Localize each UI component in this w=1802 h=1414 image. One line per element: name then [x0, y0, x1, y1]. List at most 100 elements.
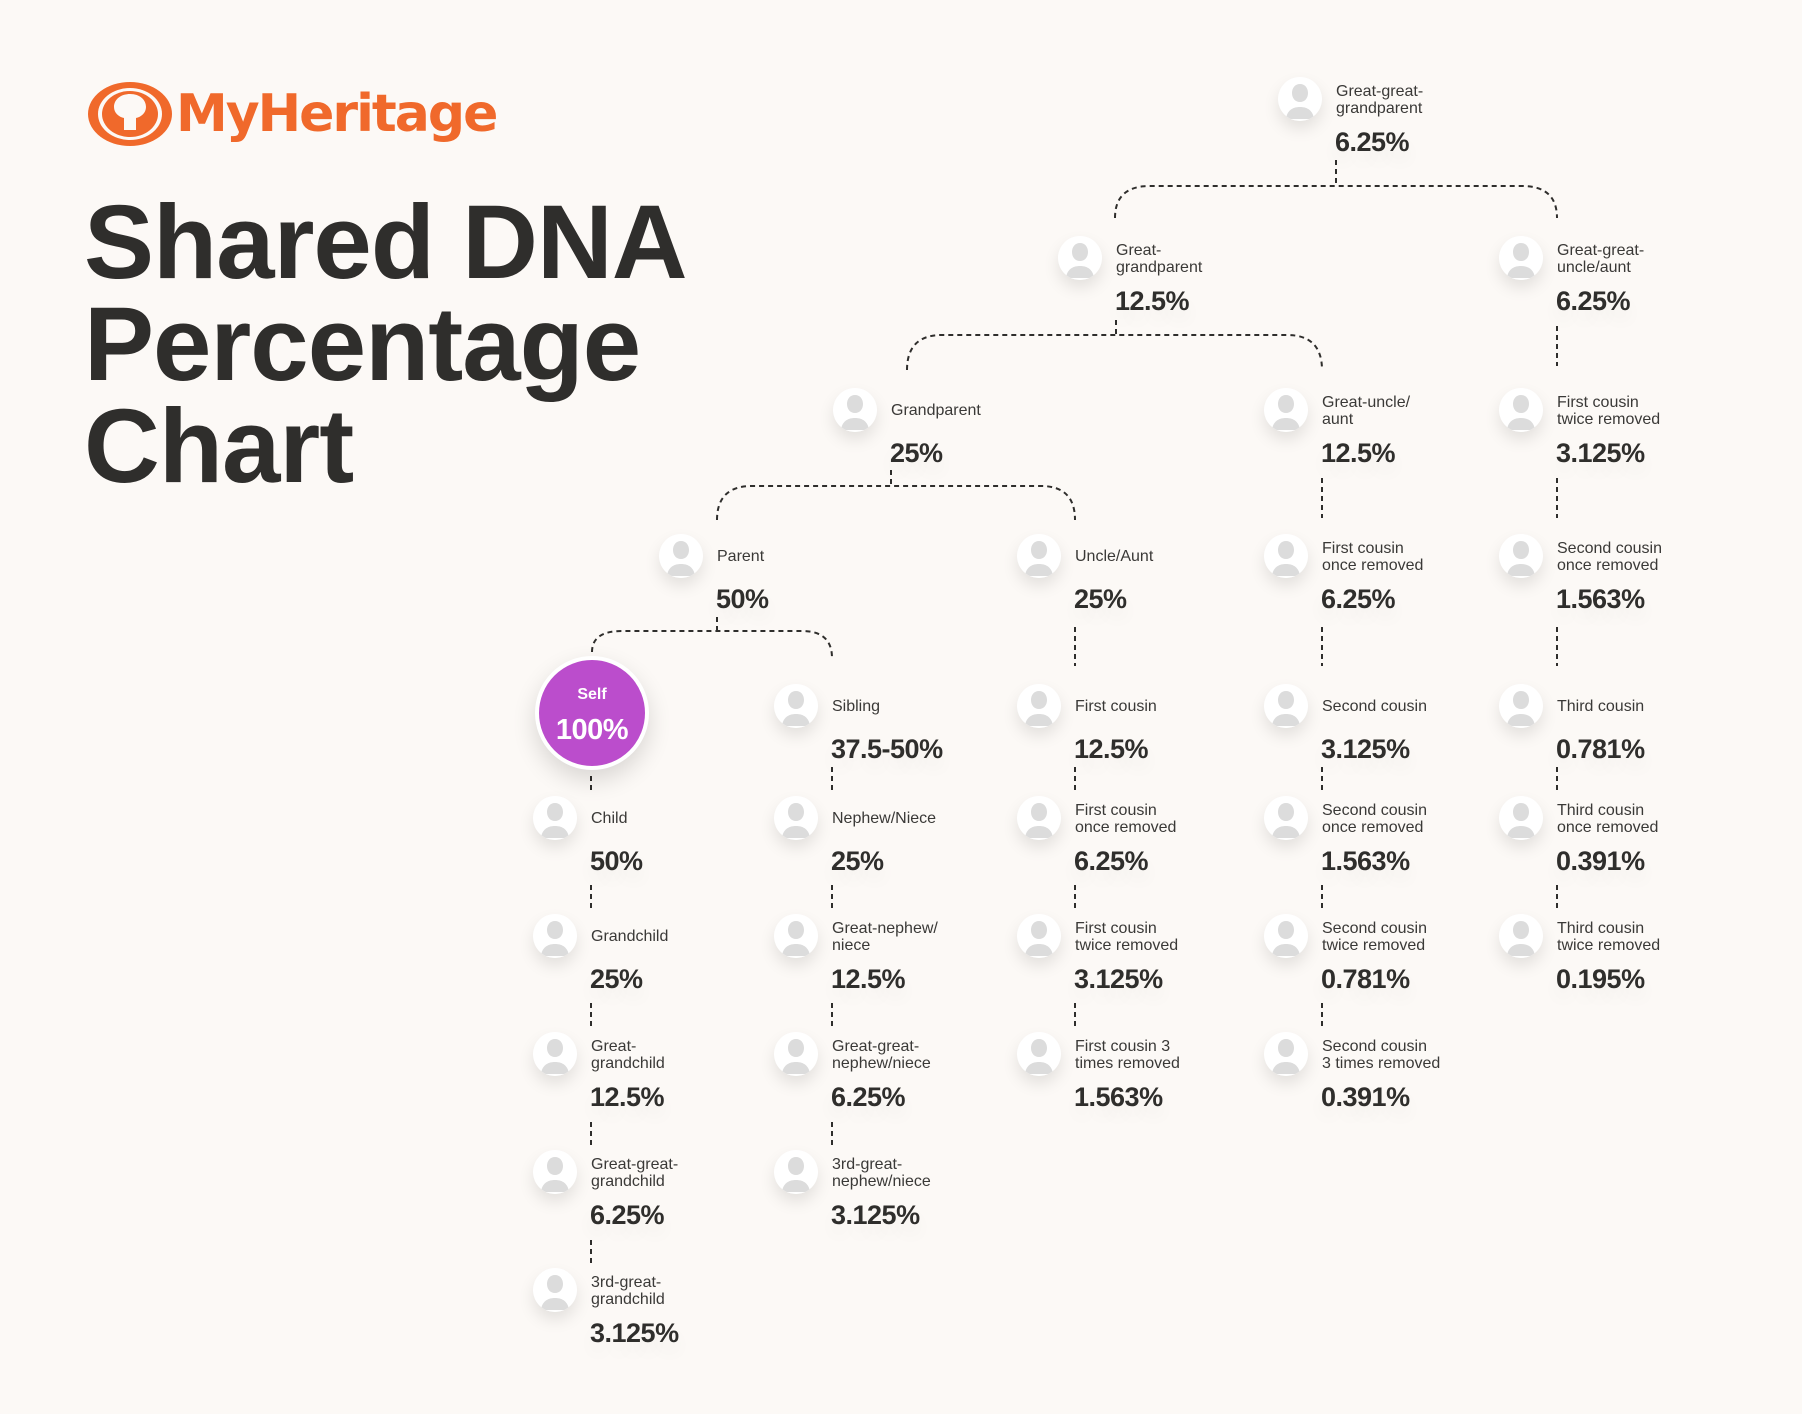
shared-dna-percent: 3.125%: [831, 1200, 920, 1230]
shared-dna-percent: 0.781%: [1556, 734, 1645, 764]
shared-dna-percent: 12.5%: [831, 964, 906, 994]
relationship-label: First cousin: [1075, 698, 1157, 715]
person-avatar-icon: [1499, 534, 1543, 578]
shared-dna-percent: 0.391%: [1556, 846, 1645, 876]
person-avatar-icon: [774, 1150, 818, 1194]
shared-dna-percent: 1.563%: [1074, 1082, 1163, 1112]
relationship-label: First cousin once removed: [1075, 802, 1177, 836]
shared-dna-percent: 25%: [1074, 584, 1127, 614]
person-avatar-icon: [774, 914, 818, 958]
shared-dna-percent: 50%: [590, 846, 643, 876]
shared-dna-percent: 3.125%: [590, 1318, 679, 1348]
relationship-label: Sibling: [832, 698, 881, 715]
relationship-label: Second cousin once removed: [1322, 802, 1427, 836]
connector: [716, 485, 1076, 521]
shared-dna-percent: 3.125%: [1556, 438, 1645, 468]
connector: [906, 334, 1323, 371]
person-avatar-icon: [1017, 534, 1061, 578]
relationship-label: Grandchild: [591, 928, 669, 945]
person-avatar-icon: [1017, 1032, 1061, 1076]
person-avatar-icon: [1264, 388, 1308, 432]
person-avatar-icon: [1499, 914, 1543, 958]
person-avatar-icon: [1499, 388, 1543, 432]
relationship-label: First cousin once removed: [1322, 540, 1424, 574]
relationship-label: Second cousin once removed: [1557, 540, 1662, 574]
relationship-label: Second cousin 3 times removed: [1322, 1038, 1441, 1072]
relationship-label: Child: [591, 810, 628, 827]
relationship-label: Uncle/Aunt: [1075, 548, 1154, 565]
relationship-label: Great-uncle/ aunt: [1322, 394, 1411, 428]
person-avatar-icon: [1278, 77, 1322, 121]
person-avatar-icon: [774, 1032, 818, 1076]
shared-dna-percent: 6.25%: [590, 1200, 665, 1230]
connector: [1114, 185, 1558, 219]
relationship-label: Second cousin: [1322, 698, 1427, 715]
person-avatar-icon: [1264, 796, 1308, 840]
relationship-label: Great- grandchild: [591, 1038, 665, 1072]
person-avatar-icon: [533, 1150, 577, 1194]
relationship-label: Great-nephew/ niece: [832, 920, 938, 954]
relationship-label: Great-great- grandchild: [591, 1156, 679, 1190]
person-avatar-icon: [1017, 796, 1061, 840]
relationship-label: Third cousin twice removed: [1557, 920, 1661, 954]
relationship-label: Third cousin once removed: [1557, 802, 1659, 836]
person-avatar-icon: [659, 534, 703, 578]
shared-dna-percent: 3.125%: [1074, 964, 1163, 994]
shared-dna-percent: 6.25%: [1074, 846, 1149, 876]
relationship-label: Grandparent: [891, 402, 981, 419]
connector: [591, 630, 833, 659]
person-avatar-icon: [1017, 684, 1061, 728]
relationship-label: First cousin twice removed: [1557, 394, 1661, 428]
person-avatar-icon: [1499, 684, 1543, 728]
person-avatar-icon: [533, 1268, 577, 1312]
self-label: Self: [577, 686, 607, 703]
shared-dna-percent: 6.25%: [831, 1082, 906, 1112]
person-avatar-icon: [533, 1032, 577, 1076]
person-avatar-icon: [774, 796, 818, 840]
person-avatar-icon: [1264, 914, 1308, 958]
shared-dna-percent: 6.25%: [1321, 584, 1396, 614]
relationship-label: Great-great- uncle/aunt: [1557, 242, 1645, 276]
relationship-label: Third cousin: [1557, 698, 1645, 715]
shared-dna-percent: 12.5%: [1321, 438, 1396, 468]
relationship-label: Great-great- grandparent: [1336, 83, 1424, 117]
shared-dna-percent: 25%: [890, 438, 943, 468]
person-avatar-icon: [1499, 236, 1543, 280]
person-avatar-icon: [1499, 796, 1543, 840]
shared-dna-percent: 25%: [831, 846, 884, 876]
shared-dna-percent: 12.5%: [590, 1082, 665, 1112]
relationship-label: Great-great- nephew/niece: [832, 1038, 931, 1072]
relationship-label: Nephew/Niece: [832, 810, 937, 827]
shared-dna-percent: 12.5%: [1074, 734, 1149, 764]
person-avatar-icon: [1264, 1032, 1308, 1076]
shared-dna-percent: 0.781%: [1321, 964, 1410, 994]
shared-dna-percent: 1.563%: [1321, 846, 1410, 876]
self-node: Self 100%: [535, 656, 649, 770]
relationship-label: First cousin twice removed: [1075, 920, 1179, 954]
person-avatar-icon: [774, 684, 818, 728]
shared-dna-percent: 1.563%: [1556, 584, 1645, 614]
self-percent: 100%: [555, 714, 629, 746]
person-avatar-icon: [533, 796, 577, 840]
relationship-label: First cousin 3 times removed: [1075, 1038, 1180, 1072]
shared-dna-percent: 6.25%: [1556, 286, 1631, 316]
shared-dna-percent: 25%: [590, 964, 643, 994]
shared-dna-percent: 50%: [716, 584, 769, 614]
shared-dna-percent: 0.391%: [1321, 1082, 1410, 1112]
relationship-label: Second cousin twice removed: [1322, 920, 1427, 954]
person-avatar-icon: [1058, 236, 1102, 280]
shared-dna-percent: 37.5-50%: [831, 734, 943, 764]
shared-dna-percent: 12.5%: [1115, 286, 1190, 316]
person-avatar-icon: [1264, 684, 1308, 728]
relationship-label: Great- grandparent: [1116, 242, 1203, 276]
person-avatar-icon: [533, 914, 577, 958]
relationship-label: 3rd-great- nephew/niece: [832, 1156, 931, 1190]
person-avatar-icon: [833, 388, 877, 432]
relationship-label: 3rd-great- grandchild: [591, 1274, 665, 1308]
relationship-label: Parent: [717, 548, 765, 565]
person-avatar-icon: [1264, 534, 1308, 578]
shared-dna-percent: 3.125%: [1321, 734, 1410, 764]
person-avatar-icon: [1017, 914, 1061, 958]
shared-dna-percent: 6.25%: [1335, 127, 1410, 157]
shared-dna-percent: 0.195%: [1556, 964, 1645, 994]
